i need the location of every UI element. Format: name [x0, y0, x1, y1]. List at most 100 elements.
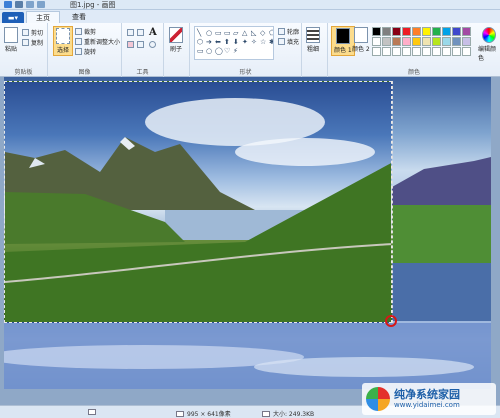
cursor-position-icon: [88, 409, 96, 415]
color-swatch[interactable]: [402, 47, 411, 56]
eraser-button[interactable]: [127, 41, 134, 48]
color-swatch[interactable]: [462, 37, 471, 46]
pencil-icon: [127, 29, 134, 36]
rotate-button[interactable]: 旋转: [75, 47, 96, 56]
watermark-logo: [366, 387, 390, 411]
eraser-icon: [127, 41, 134, 48]
color-swatch[interactable]: [442, 37, 451, 46]
color2-swatch: [353, 27, 368, 43]
select-icon: [56, 28, 70, 44]
color2-button[interactable]: 颜色 2: [352, 27, 370, 53]
pencil-button[interactable]: [127, 29, 134, 36]
shape-option[interactable]: ➔: [206, 38, 214, 46]
shape-option[interactable]: ✦: [242, 38, 250, 46]
shape-option[interactable]: ◯: [215, 47, 223, 55]
select-button[interactable]: 选择: [53, 26, 73, 56]
save-icon[interactable]: [15, 1, 23, 8]
color1-label: 颜色 1: [334, 47, 352, 54]
shape-option[interactable]: ▭: [224, 29, 232, 37]
text-button[interactable]: A: [149, 27, 157, 38]
fill-shape-icon: [278, 38, 285, 45]
color-swatch[interactable]: [372, 27, 381, 36]
redo-icon[interactable]: [37, 1, 45, 8]
fill-button[interactable]: [137, 29, 144, 36]
size-label: 粗细: [306, 46, 319, 53]
brushes-button[interactable]: 刷子: [169, 27, 183, 53]
shape-option[interactable]: △: [242, 29, 250, 37]
shape-option[interactable]: ⬡: [197, 38, 205, 46]
paste-button[interactable]: 粘贴: [4, 27, 18, 53]
color-swatch[interactable]: [402, 27, 411, 36]
shape-option[interactable]: ▱: [233, 29, 241, 37]
color-swatch[interactable]: [452, 47, 461, 56]
color-swatch[interactable]: [382, 37, 391, 46]
shape-option[interactable]: ◺: [251, 29, 259, 37]
color-swatch[interactable]: [462, 27, 471, 36]
color-swatch[interactable]: [462, 47, 471, 56]
color-picker-icon: [137, 41, 144, 48]
color-swatch[interactable]: [432, 27, 441, 36]
color-swatch[interactable]: [432, 37, 441, 46]
cut-button[interactable]: 剪切: [22, 28, 43, 37]
color-swatch[interactable]: [412, 47, 421, 56]
shape-option[interactable]: ○: [206, 47, 214, 55]
shapes-gallery[interactable]: ╲○▭▭▱△◺◇⬠⬡➔⬅⬆⬇✦✧☆✱▭○◯♡⚡: [194, 26, 274, 60]
color-swatch[interactable]: [432, 47, 441, 56]
shape-option[interactable]: ○: [206, 29, 214, 37]
shape-option[interactable]: ▭: [197, 47, 205, 55]
tab-view[interactable]: 查看: [62, 11, 96, 23]
color-swatch[interactable]: [442, 27, 451, 36]
shape-option[interactable]: ⬆: [224, 38, 232, 46]
shape-option[interactable]: ╲: [197, 29, 205, 37]
fill-shape-button[interactable]: 填充: [278, 37, 299, 46]
resize-handle-circle[interactable]: [385, 315, 397, 327]
edit-colors-button[interactable]: 编辑颜色: [478, 27, 500, 62]
shape-option[interactable]: ✧: [251, 38, 259, 46]
resize-button[interactable]: 重新调整大小: [75, 37, 120, 46]
brushes-label: 刷子: [169, 46, 182, 53]
color-swatch[interactable]: [452, 27, 461, 36]
color-swatch[interactable]: [392, 47, 401, 56]
undo-icon[interactable]: [26, 1, 34, 8]
color-swatch[interactable]: [382, 47, 391, 56]
color-swatch[interactable]: [382, 27, 391, 36]
shape-option[interactable]: ♡: [224, 47, 232, 55]
crop-button[interactable]: 裁剪: [75, 27, 96, 36]
color-swatch[interactable]: [392, 37, 401, 46]
color-swatch[interactable]: [452, 37, 461, 46]
canvas-area[interactable]: [0, 77, 500, 405]
original-landscape-image[interactable]: [4, 81, 392, 323]
color-swatch[interactable]: [402, 37, 411, 46]
shape-option[interactable]: ◇: [260, 29, 268, 37]
tab-home[interactable]: 主页: [26, 11, 60, 23]
color-swatch[interactable]: [372, 37, 381, 46]
cursor-position: [88, 409, 96, 415]
shape-option[interactable]: ⚡: [233, 47, 241, 55]
color-swatch[interactable]: [372, 47, 381, 56]
color-swatch[interactable]: [412, 37, 421, 46]
color-swatch[interactable]: [392, 27, 401, 36]
magnifier-icon: [149, 41, 156, 48]
ribbon-tabs: ▬▾ 主页 查看: [0, 10, 500, 23]
shape-option[interactable]: ⬠: [269, 29, 273, 37]
shape-option[interactable]: ⬇: [233, 38, 241, 46]
color-swatch[interactable]: [412, 27, 421, 36]
color-swatch[interactable]: [422, 47, 431, 56]
shape-option[interactable]: ✱: [269, 38, 273, 46]
color-picker-button[interactable]: [137, 41, 144, 48]
magnifier-button[interactable]: [149, 41, 156, 48]
size-button[interactable]: 粗细: [306, 27, 320, 53]
color-swatch[interactable]: [442, 47, 451, 56]
color-swatch[interactable]: [422, 27, 431, 36]
copy-icon: [22, 39, 29, 46]
color-swatch[interactable]: [422, 37, 431, 46]
cut-label: 剪切: [31, 30, 44, 37]
copy-button[interactable]: 复制: [22, 38, 43, 47]
shape-option[interactable]: ⬅: [215, 38, 223, 46]
resize-icon: [75, 38, 82, 45]
outline-button[interactable]: 轮廓: [278, 27, 299, 36]
right-lake: [392, 263, 491, 321]
shape-option[interactable]: ▭: [215, 29, 223, 37]
file-menu-button[interactable]: ▬▾: [2, 12, 24, 23]
shape-option[interactable]: ☆: [260, 38, 268, 46]
